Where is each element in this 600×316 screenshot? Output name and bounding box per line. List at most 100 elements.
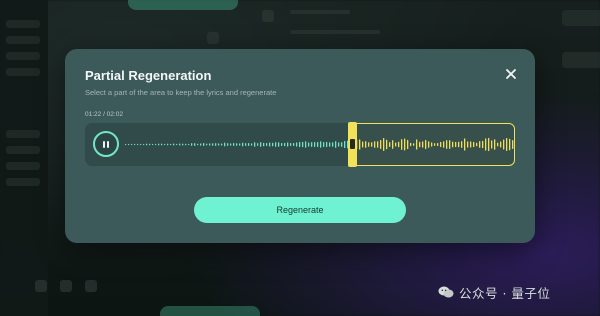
waveform-bar (176, 143, 178, 146)
waveform-bar (179, 143, 181, 146)
waveform-bar (341, 142, 343, 147)
waveform-bar (311, 142, 313, 147)
background-text (290, 10, 350, 14)
dialog-subtitle: Select a part of the area to keep the ly… (85, 88, 277, 97)
background-icon (85, 280, 97, 292)
waveform-bar (254, 142, 256, 147)
waveform-bar (338, 142, 340, 147)
waveform-bar (260, 142, 262, 147)
waveform-bar (221, 143, 223, 146)
background-text (290, 30, 380, 34)
background-icon (35, 280, 47, 292)
background-button (562, 52, 600, 68)
background-sidebar-item (6, 36, 40, 44)
waveform-bar (275, 142, 277, 147)
waveform-bar (248, 143, 250, 146)
waveform-bar (287, 142, 289, 147)
waveform-bar (212, 143, 214, 146)
waveform-bar (149, 143, 151, 146)
waveform-bar (191, 143, 193, 146)
waveform-bar (197, 143, 199, 146)
waveform-bar (317, 142, 319, 147)
waveform-bar (182, 143, 184, 146)
dialog-title: Partial Regeneration (85, 68, 212, 83)
wechat-logo-icon (438, 286, 454, 298)
waveform-bar (215, 143, 217, 146)
waveform-bar (251, 143, 253, 146)
background-sidebar-item (6, 52, 40, 60)
waveform-bar (194, 143, 196, 146)
selection-region[interactable] (350, 123, 515, 166)
background-pill (160, 306, 260, 316)
background-sidebar-item (6, 162, 40, 170)
background-sidebar-item (6, 130, 40, 138)
waveform-bar (296, 142, 298, 147)
background-icon (262, 10, 274, 22)
waveform-bar (164, 143, 166, 146)
regenerate-button[interactable]: Regenerate (194, 197, 406, 223)
time-readout: 01:22 / 02:02 (85, 111, 123, 118)
pause-icon (107, 141, 109, 148)
waveform-bar (167, 143, 169, 146)
watermark-text: 公众号 · 量子位 (459, 285, 551, 301)
waveform-bar (332, 142, 334, 147)
waveform-bar (230, 143, 232, 146)
waveform-bar (320, 141, 322, 148)
waveform-bar (257, 143, 259, 146)
waveform-bar (128, 143, 130, 146)
waveform-bar (134, 143, 136, 146)
waveform-bar (131, 143, 133, 146)
waveform-bar (290, 142, 292, 147)
selection-start-handle[interactable] (348, 122, 357, 167)
waveform-bar (155, 143, 157, 146)
background-sidebar-item (6, 68, 40, 76)
waveform-bar (143, 143, 145, 146)
waveform-bar (239, 143, 241, 146)
waveform-bar (272, 142, 274, 147)
waveform-bar (263, 142, 265, 147)
waveform-bar (308, 142, 310, 147)
waveform-bar (158, 143, 160, 146)
waveform-bar (152, 143, 154, 146)
waveform-bar (242, 142, 244, 147)
waveform-bar (146, 143, 148, 146)
waveform-bar (233, 142, 235, 147)
background-pill (128, 0, 238, 10)
waveform-bar (245, 143, 247, 146)
background-sidebar-item (6, 20, 40, 28)
waveform-track[interactable] (85, 122, 515, 167)
pause-button[interactable] (93, 131, 119, 157)
waveform-bar (209, 143, 211, 146)
waveform-bar (203, 142, 205, 147)
waveform-bar (281, 143, 283, 146)
waveform-bar (227, 143, 229, 146)
waveform-bar (188, 143, 190, 146)
waveform-bar (173, 143, 175, 146)
waveform-bar (302, 141, 304, 148)
waveform-bar (200, 143, 202, 146)
handle-grip (350, 139, 355, 149)
waveform-bar (206, 143, 208, 146)
waveform-bar (224, 142, 226, 147)
waveform-bar (305, 141, 307, 148)
background-sidebar (0, 0, 48, 316)
waveform-bar (284, 142, 286, 147)
waveform-bar (137, 143, 139, 146)
waveform-bar (293, 143, 295, 146)
waveform-bar (323, 141, 325, 148)
waveform-bar (278, 142, 280, 147)
waveform-bar (335, 141, 337, 148)
waveform-bar (266, 143, 268, 146)
background-sidebar-item (6, 178, 40, 186)
background-icon (60, 280, 72, 292)
partial-regeneration-dialog: Partial Regeneration Select a part of th… (65, 49, 535, 243)
pause-icon (103, 141, 105, 148)
waveform-bar (236, 143, 238, 146)
close-button[interactable] (504, 67, 518, 81)
waveform-bar (326, 141, 328, 148)
waveform-bar (344, 140, 346, 149)
waveform-bar (299, 141, 301, 148)
waveform-bar (185, 143, 187, 146)
waveform-bar (329, 142, 331, 147)
waveform-bar (218, 143, 220, 146)
